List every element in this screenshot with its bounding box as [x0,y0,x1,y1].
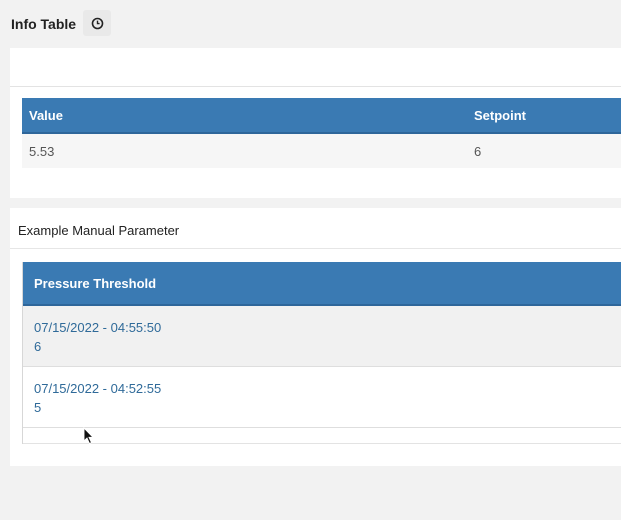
row-value[interactable]: 6 [34,339,41,354]
refresh-button[interactable] [83,10,111,36]
row-timestamp[interactable]: 07/15/2022 - 04:52:55 [34,381,161,396]
cell-setpoint: 6 [474,144,482,159]
row-value[interactable]: 5 [34,400,41,415]
row-timestamp[interactable]: 07/15/2022 - 04:55:50 [34,320,161,335]
panel-toolbar [10,48,621,87]
cell-value: 5.53 [29,144,55,159]
info-table-panel: Value Setpoint 5.53 6 [10,48,621,198]
clock-icon [91,17,103,29]
panel-title: Example Manual Parameter [18,223,180,238]
page-title: Info Table [11,16,77,32]
table-header-row: Value Setpoint [22,98,621,134]
top-bar: Info Table [0,0,621,46]
column-header-pressure-threshold[interactable]: Pressure Threshold [34,276,156,291]
panel-header: Example Manual Parameter [10,208,621,249]
column-header-setpoint[interactable]: Setpoint [474,108,526,123]
info-table: Value Setpoint 5.53 6 [22,98,621,168]
mouse-cursor-icon [83,427,95,445]
parameter-table: Pressure Threshold 07/15/2022 - 04:55:50… [22,262,621,444]
column-header-value[interactable]: Value [29,108,63,123]
table-header-row: Pressure Threshold [23,262,621,306]
manual-parameter-panel: Example Manual Parameter Pressure Thresh… [10,208,621,466]
table-row[interactable]: 07/15/2022 - 04:55:50 6 [23,306,621,367]
table-row[interactable]: 07/15/2022 - 04:52:55 5 [23,367,621,428]
table-footer [23,428,621,444]
table-row: 5.53 6 [22,134,621,168]
